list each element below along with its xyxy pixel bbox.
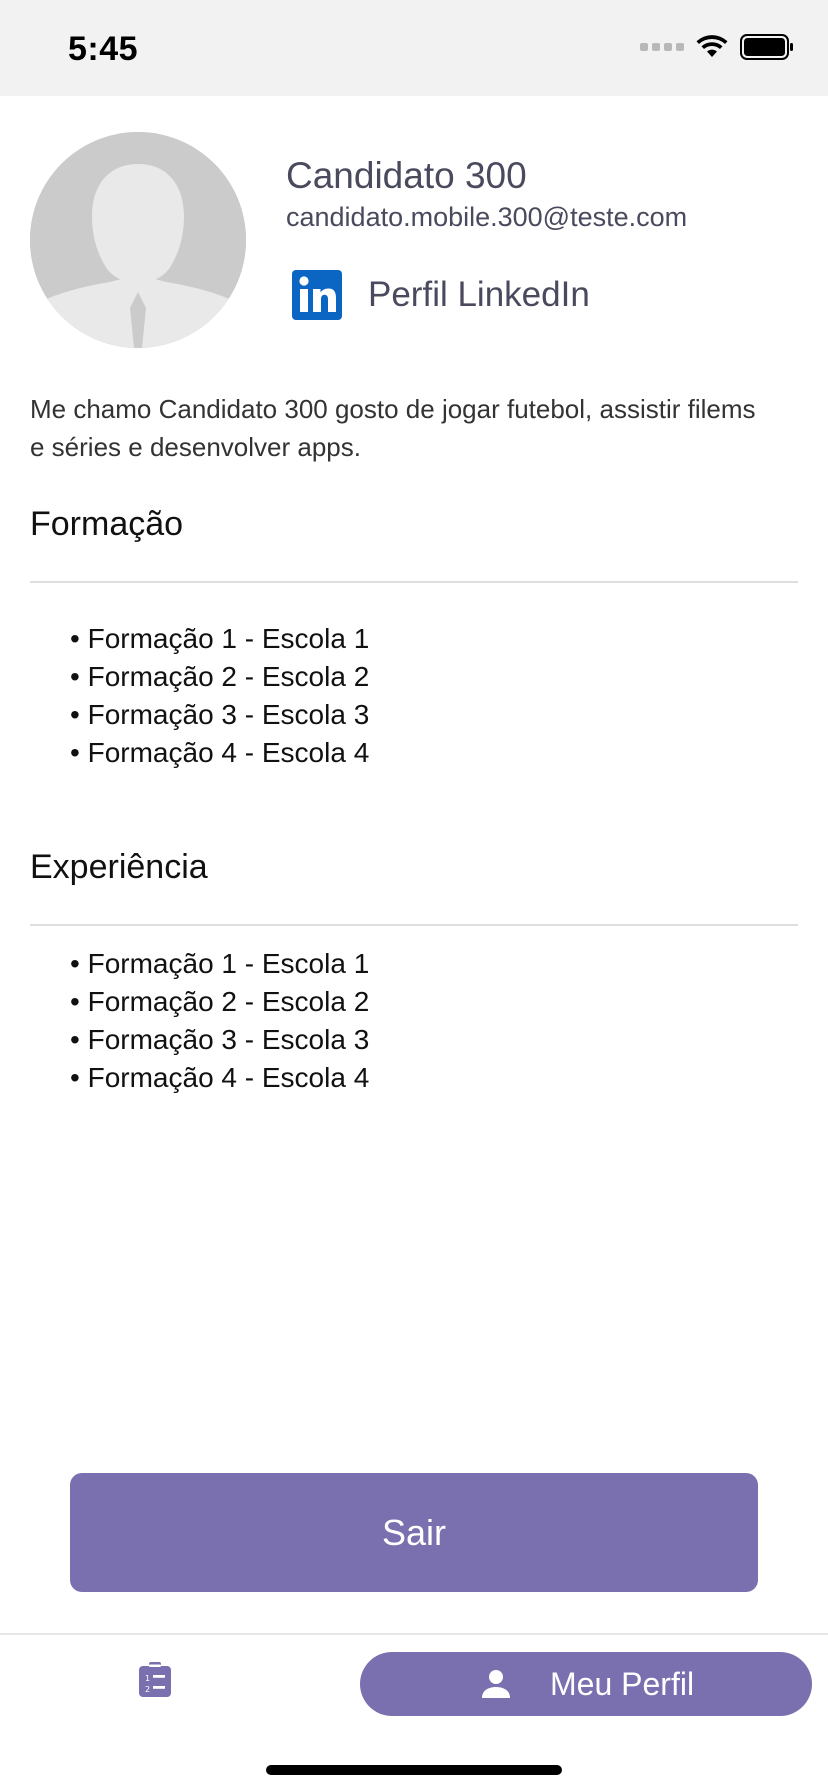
profile-email: candidato.mobile.300@teste.com	[286, 202, 688, 232]
person-icon	[482, 1670, 510, 1698]
list-item: Formação 2 - Escola 2	[70, 983, 370, 1021]
person-silhouette-icon	[30, 132, 246, 348]
list-item: Formação 3 - Escola 3	[70, 1021, 370, 1059]
tab-meu-perfil[interactable]: Meu Perfil	[360, 1652, 812, 1716]
profile-bio: Me chamo Candidato 300 gosto de jogar fu…	[30, 394, 756, 462]
logout-button[interactable]: Sair	[70, 1473, 758, 1592]
section-title-experiencia: Experiência	[30, 848, 208, 886]
list-item: Formação 1 - Escola 1	[70, 945, 370, 983]
status-icons	[640, 34, 794, 60]
section-title-formacao: Formação	[30, 505, 184, 543]
list-item: Formação 4 - Escola 4	[70, 1059, 370, 1097]
list-item: Formação 2 - Escola 2	[70, 658, 370, 696]
svg-text:1: 1	[145, 1674, 150, 1683]
linkedin-profile-link[interactable]: Perfil LinkedIn	[292, 270, 590, 320]
divider	[30, 581, 798, 583]
linkedin-label: Perfil LinkedIn	[368, 275, 590, 314]
profile-name: Candidato 300	[286, 155, 527, 196]
cellular-signal-icon	[640, 43, 684, 51]
formacao-list: Formação 1 - Escola 1 Formação 2 - Escol…	[70, 620, 370, 772]
linkedin-icon	[292, 270, 342, 320]
list-item: Formação 4 - Escola 4	[70, 734, 370, 772]
divider	[30, 924, 798, 926]
experiencia-list: Formação 1 - Escola 1 Formação 2 - Escol…	[70, 945, 370, 1097]
wifi-icon	[696, 35, 728, 57]
avatar	[30, 132, 246, 348]
clipboard-list-icon[interactable]: 1 2	[138, 1662, 172, 1698]
status-bar: 5:45	[0, 0, 828, 96]
list-item: Formação 3 - Escola 3	[70, 696, 370, 734]
status-time: 5:45	[68, 30, 139, 68]
tab-meu-perfil-label: Meu Perfil	[550, 1666, 695, 1702]
battery-icon	[740, 34, 793, 60]
home-indicator	[266, 1765, 562, 1775]
list-item: Formação 1 - Escola 1	[70, 620, 370, 658]
svg-text:2: 2	[145, 1685, 150, 1694]
